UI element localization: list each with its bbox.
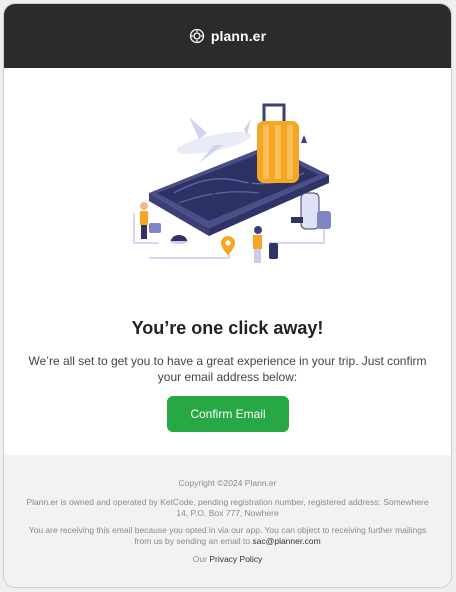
privacy-policy-link[interactable]: Privacy Policy	[209, 554, 262, 564]
footer-policy-prefix: Our	[192, 554, 207, 564]
email-card: plann.er You’re one click away! We’re al…	[3, 3, 452, 588]
confirm-description: We’re all set to get you to have a great…	[28, 354, 427, 384]
compass-icon	[189, 28, 205, 44]
footer-copyright: Copyright ©2024 Plann.er	[178, 478, 277, 488]
confirm-email-button[interactable]: Confirm Email	[167, 396, 289, 432]
airplane-icon	[176, 117, 252, 163]
footer-legal: Plann.er is owned and operated by KetCod…	[26, 497, 429, 518]
hero-section: You’re one click away! We’re all set to …	[4, 68, 451, 454]
footer-notice-text: You are receiving this email because you…	[28, 525, 427, 546]
traveler-left-icon	[140, 202, 161, 239]
page-title: You’re one click away!	[131, 318, 324, 338]
map-pin-icon	[221, 236, 235, 255]
email-footer: Copyright ©2024 Plann.er Plann.er is own…	[4, 455, 451, 587]
brand-name: plann.er	[210, 28, 267, 44]
footer-policy: Our Privacy Policy	[4, 554, 451, 565]
email-header: plann.er	[4, 4, 451, 68]
suitcase-icon	[257, 103, 299, 183]
support-email-link[interactable]: sac@planner.com	[252, 536, 320, 546]
travel-phone-illustration	[133, 103, 331, 263]
seat-icon	[291, 192, 331, 230]
footer-notice: You are receiving this email because you…	[24, 525, 431, 547]
traveler-right-icon	[253, 226, 278, 263]
